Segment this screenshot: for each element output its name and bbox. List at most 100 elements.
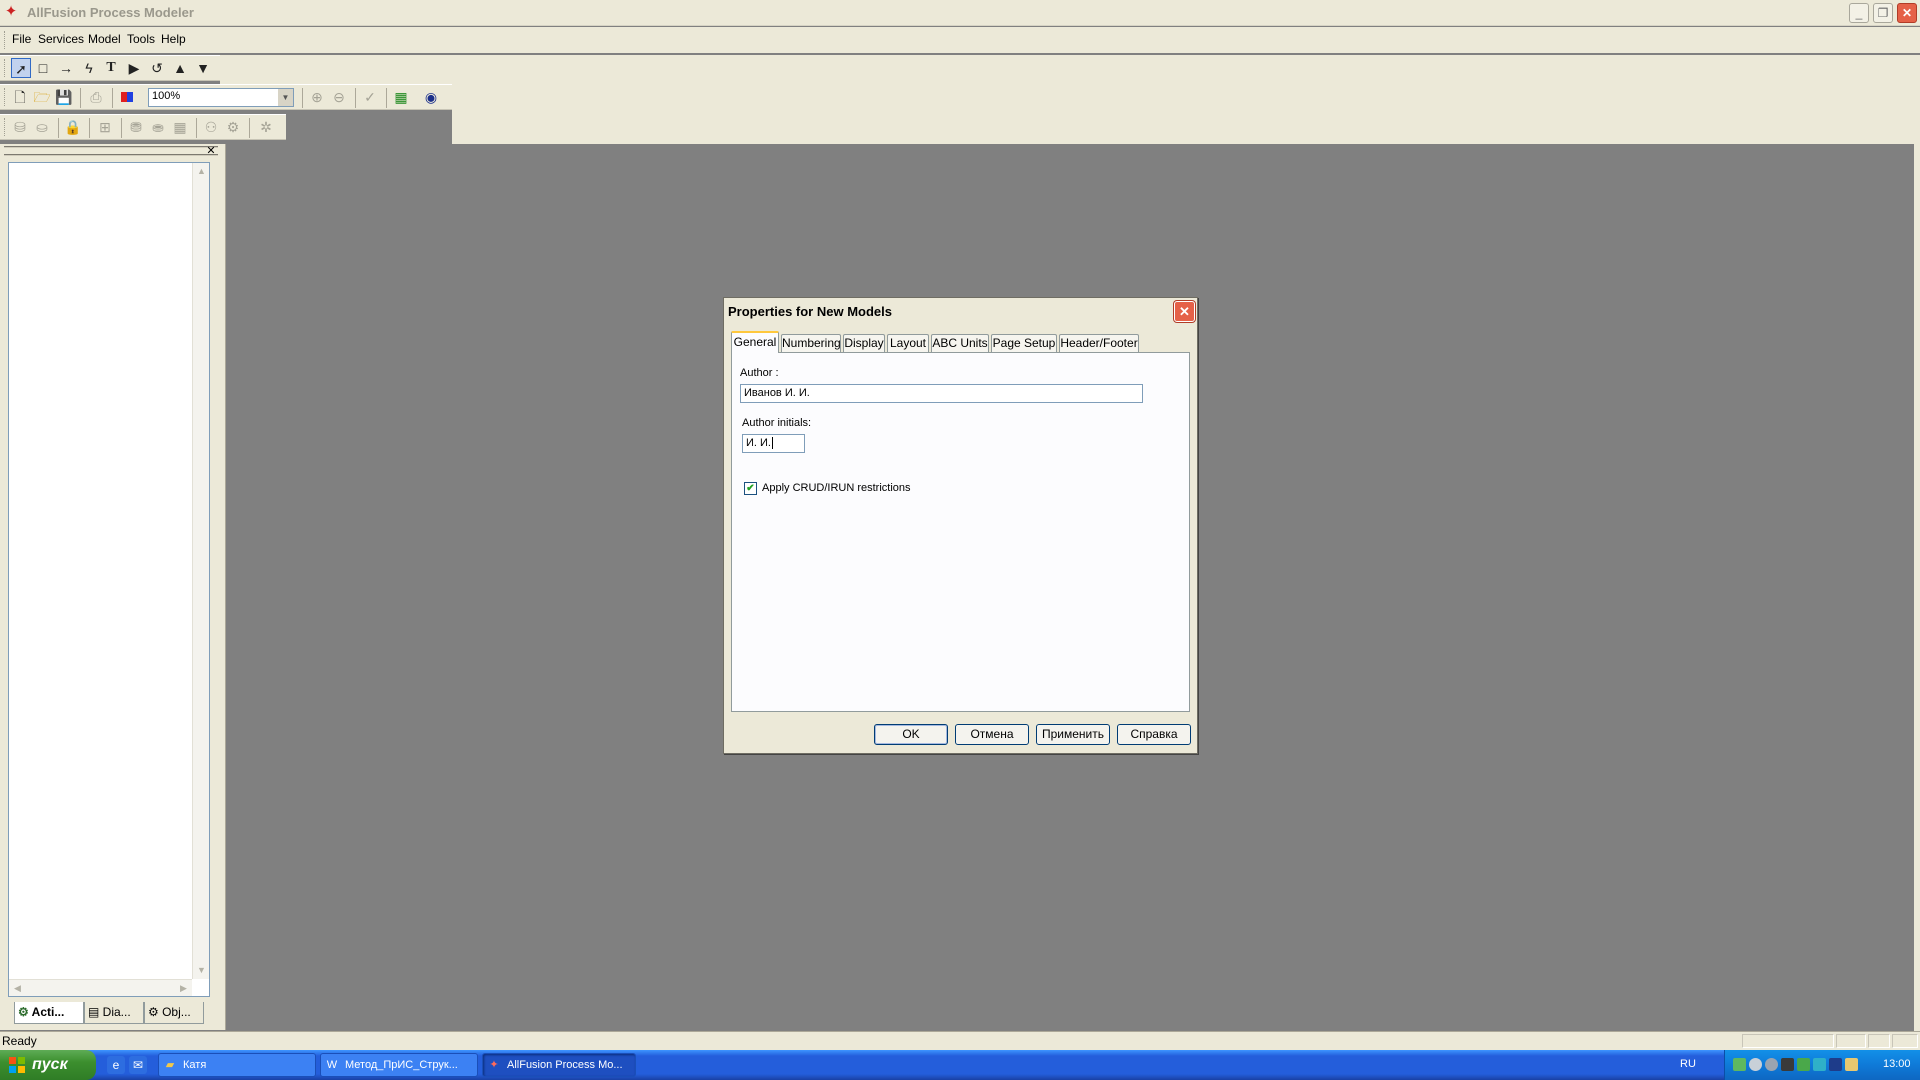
tab-activities[interactable]: ⚙ Acti... (14, 1002, 84, 1024)
menu-tools[interactable]: Tools (127, 32, 155, 46)
process-modeler-icon: ✦ (489, 1059, 499, 1071)
chevron-down-icon[interactable]: ▼ (278, 89, 293, 106)
task-process-modeler[interactable]: ✦ AllFusion Process Mo... (482, 1053, 636, 1077)
crud-checkbox-label[interactable]: Apply CRUD/IRUN restrictions (762, 482, 911, 494)
menu-help[interactable]: Help (161, 32, 186, 46)
arrow-tool-icon[interactable]: → (56, 58, 76, 78)
author-field[interactable]: Иванов И. И. (740, 384, 1143, 403)
toolbar-separator (196, 118, 197, 138)
print-icon[interactable]: ⎙ (86, 87, 106, 107)
scroll-left-icon[interactable]: ◀ (9, 980, 26, 997)
tab-display[interactable]: Display (843, 334, 885, 352)
users-icon[interactable]: ⚇ (201, 117, 221, 137)
squiggle-tool-icon[interactable]: ϟ (79, 58, 99, 78)
author-initials-field[interactable]: И. И. (742, 434, 805, 453)
dialog-title-bar[interactable]: Properties for New Models ✕ (724, 298, 1197, 324)
zoom-out-icon[interactable]: ⊖ (329, 87, 349, 107)
tab-diagrams[interactable]: ▤ Dia... (84, 1002, 144, 1024)
connect-icon[interactable]: ⛁ (10, 117, 30, 137)
permissions-icon[interactable]: ⚙ (223, 117, 243, 137)
scroll-right-icon[interactable]: ▶ (175, 980, 192, 997)
start-button[interactable]: пуск (0, 1050, 96, 1080)
apply-button[interactable]: Применить (1036, 724, 1110, 745)
minimize-button[interactable]: _ (1849, 3, 1869, 23)
menu-model[interactable]: Model (88, 32, 121, 46)
tab-numbering[interactable]: Numbering (781, 334, 841, 352)
horizontal-scrollbar[interactable]: ◀ ▶ (9, 979, 192, 996)
zoom-combo[interactable]: 100% ▼ (148, 88, 294, 107)
go-to-child-icon[interactable]: ▼ (193, 58, 213, 78)
network-icon[interactable] (1733, 1058, 1746, 1071)
language-indicator[interactable]: RU (1680, 1058, 1696, 1070)
text-tool-icon[interactable]: T (101, 58, 121, 78)
display-icon[interactable] (1813, 1058, 1826, 1071)
clock[interactable]: 13:00 (1883, 1058, 1911, 1070)
color-palette-icon[interactable] (117, 87, 137, 107)
internet-explorer-icon[interactable]: e (107, 1056, 125, 1074)
ok-button[interactable]: OK (874, 724, 948, 745)
tab-diagrams-label: Dia... (102, 1005, 131, 1019)
close-icon[interactable]: ✕ (1174, 301, 1195, 322)
crud-checkbox[interactable]: ✔ (744, 482, 757, 495)
close-app-button[interactable]: ✕ (1897, 3, 1917, 23)
author-initials-label: Author initials: (742, 417, 812, 429)
save-icon[interactable]: 💾 (54, 87, 74, 107)
toolbar-grip[interactable] (4, 88, 8, 106)
go-to-parent-icon[interactable]: ▲ (170, 58, 190, 78)
open-folder-icon[interactable]: 🗁 (32, 87, 52, 107)
undo-icon[interactable]: ↺ (147, 58, 167, 78)
disconnect-icon[interactable]: ⛀ (32, 117, 52, 137)
messenger-icon[interactable] (1781, 1058, 1794, 1071)
cancel-button[interactable]: Отмена (955, 724, 1029, 745)
task-word-document[interactable]: W Метод_ПрИС_Струк... (320, 1053, 478, 1077)
text-cursor (771, 437, 773, 449)
antivirus-icon[interactable] (1797, 1058, 1810, 1071)
vertical-scrollbar[interactable]: ▲ ▼ (192, 163, 209, 979)
tab-header-footer[interactable]: Header/Footer (1059, 334, 1139, 352)
tab-page-setup[interactable]: Page Setup (991, 334, 1057, 352)
pointer-tool-icon[interactable]: ➚ (11, 58, 31, 78)
toolbar-separator (80, 88, 81, 108)
menu-grip[interactable] (4, 31, 8, 49)
close-icon[interactable]: ✕ (204, 144, 218, 158)
tab-layout[interactable]: Layout (887, 334, 929, 352)
menu-services[interactable]: Services (38, 32, 84, 46)
offpage-reference-icon[interactable]: ▶ (124, 58, 144, 78)
model-mart-icon[interactable]: ◉ (421, 87, 441, 107)
dialog-title: Properties for New Models (728, 304, 892, 319)
activity-box-tool-icon[interactable]: □ (33, 58, 53, 78)
status-pane (1836, 1034, 1866, 1048)
tab-objects[interactable]: ⚙ Obj... (144, 1002, 204, 1024)
zoom-in-icon[interactable]: ⊕ (307, 87, 327, 107)
workspace-border (1914, 144, 1920, 1031)
scroll-up-icon[interactable]: ▲ (193, 163, 210, 180)
options-icon[interactable]: ✲ (256, 117, 276, 137)
app-icon[interactable]: ✦ (3, 4, 19, 20)
restore-button[interactable]: ❐ (1873, 3, 1893, 23)
outlook-express-icon[interactable]: ✉ (129, 1056, 147, 1074)
tab-abc-units[interactable]: ABC Units (931, 334, 989, 352)
properties-dialog: Properties for New Models ✕ General Numb… (723, 297, 1198, 754)
task-folder[interactable]: ▰ Катя (158, 1053, 316, 1077)
model-explorer-icon[interactable]: ▦ (391, 87, 411, 107)
open-from-mart-icon[interactable]: ⛂ (148, 117, 168, 137)
bluetooth-icon[interactable] (1829, 1058, 1842, 1071)
library-icon[interactable]: ⊞ (95, 117, 115, 137)
window-title: AllFusion Process Modeler (27, 5, 194, 20)
spell-check-icon[interactable]: ✓ (360, 87, 380, 107)
update-icon[interactable] (1845, 1058, 1858, 1071)
explorer-tree[interactable]: ▲ ▼ ◀ ▶ (8, 162, 210, 997)
dock-grip[interactable] (4, 146, 218, 156)
scroll-down-icon[interactable]: ▼ (193, 962, 210, 979)
menu-file[interactable]: File (12, 32, 31, 46)
volume-icon[interactable] (1749, 1058, 1762, 1071)
lock-icon[interactable]: 🔒 (63, 117, 83, 137)
grid-icon[interactable]: ▦ (170, 117, 190, 137)
tab-general[interactable]: General (731, 331, 779, 353)
save-to-mart-icon[interactable]: ⛃ (126, 117, 146, 137)
help-button[interactable]: Справка (1117, 724, 1191, 745)
toolbar-grip[interactable] (4, 118, 8, 136)
toolbar-grip[interactable] (4, 59, 8, 77)
tray-app-icon[interactable] (1765, 1058, 1778, 1071)
new-file-icon[interactable]: 🗋 (10, 87, 30, 107)
